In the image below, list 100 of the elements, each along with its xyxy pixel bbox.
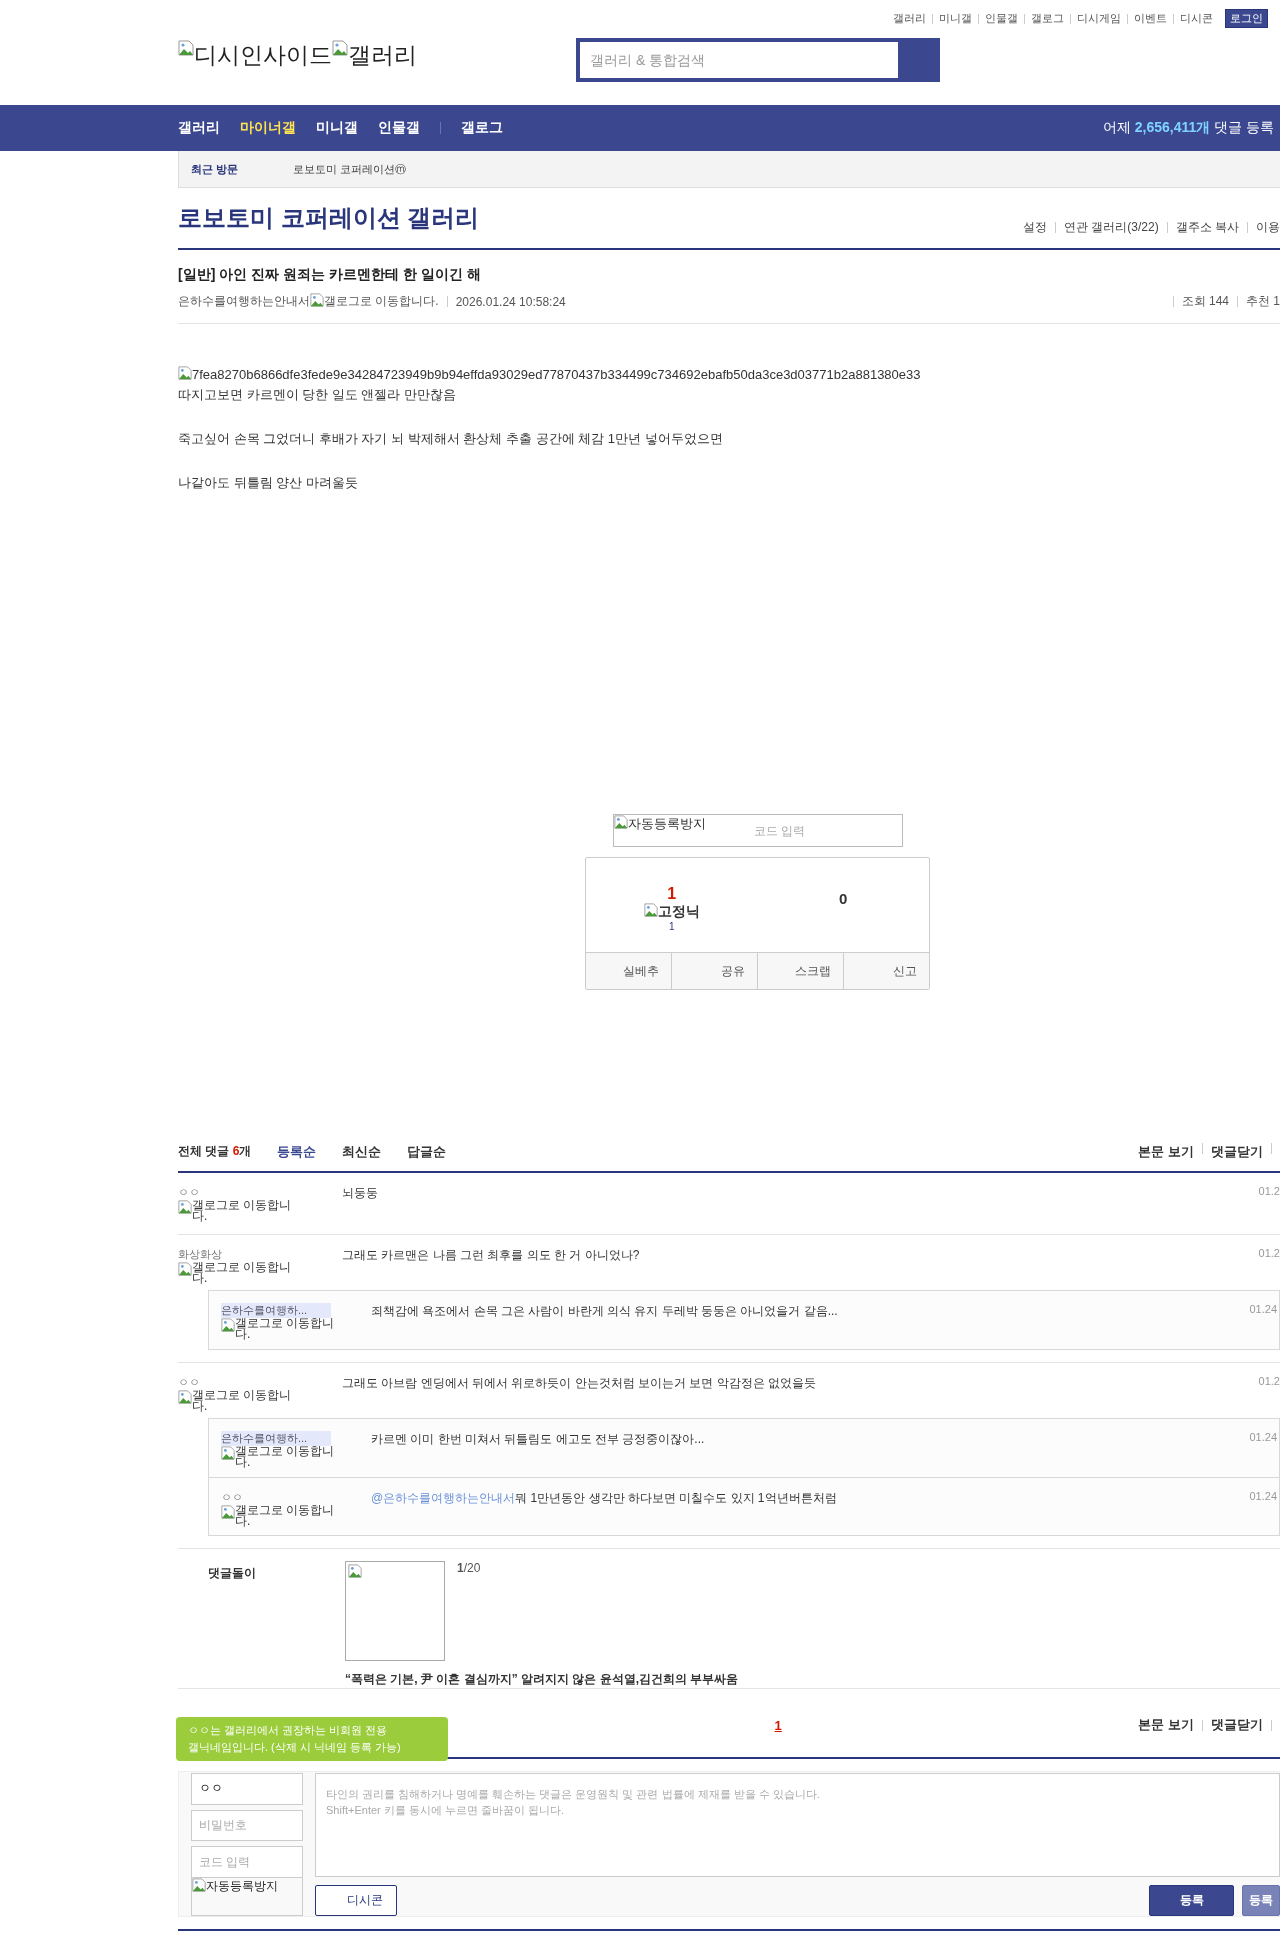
top-link[interactable]: 갤로그 bbox=[1031, 11, 1064, 26]
broken-image-icon bbox=[221, 1446, 235, 1460]
comment-field[interactable]: 타인의 권리를 침해하거나 명예를 훼손하는 댓글은 운영원칙 및 관련 법률에 제재를 받을 수 있습니다. Shift+Enter 키를 동시에 누르면 줄바꿈이 됩니다. bbox=[315, 1773, 1280, 1877]
comment-author[interactable]: ㅇㅇ bbox=[178, 1375, 200, 1390]
top-link[interactable]: 인물갤 bbox=[985, 11, 1018, 26]
image-alt-text: 갤로그로 이동합니다. bbox=[324, 293, 439, 310]
downvote-count: 0 bbox=[839, 889, 848, 907]
sort-tab[interactable]: 최신순 bbox=[342, 1143, 382, 1161]
page-counter: 1/20 bbox=[457, 1561, 481, 1577]
tooltip-text: ㅇㅇ는 갤러리에서 권장하는 비회원 전용 bbox=[188, 1723, 389, 1738]
gallery-link[interactable]: 설정 bbox=[1022, 219, 1047, 236]
tooltip-text: 갤닉네임입니다. (삭제 시 닉네임 등록 가능) bbox=[188, 1740, 402, 1755]
upvote-count: 1 bbox=[667, 884, 677, 903]
nav-tab[interactable]: 갤로그 bbox=[461, 119, 503, 137]
image-alt-text: 7fea8270b6866dfe3fede9e34284723949b9b94effda93029ed77870437b334499c734692ebafb50da3ce3d03771b2a881380e33 bbox=[192, 366, 921, 384]
comment-date: 01.2 bbox=[1258, 1375, 1280, 1387]
fixed-nick-count: 1 bbox=[668, 920, 675, 932]
nav-tab[interactable]: 미니갤 bbox=[316, 119, 358, 137]
image-alt-text: 자동등록방지 bbox=[628, 815, 706, 833]
logo-alt-text: 갤러리 bbox=[348, 41, 417, 70]
image-alt-text: 갤로그로 이동합니다. bbox=[235, 1318, 336, 1340]
gallery-link[interactable]: 갤주소 복사 bbox=[1175, 219, 1239, 236]
comment-link[interactable]: 댓글닫기 bbox=[1211, 1716, 1263, 1734]
submit-button[interactable]: 등록 bbox=[1242, 1885, 1280, 1916]
headline-link[interactable]: “폭력은 기본, 尹 이혼 결심까지” 알려지지 않은 윤석열,김건희의 부부싸움 bbox=[345, 1671, 739, 1688]
code-field[interactable]: 코드 입력 bbox=[192, 1847, 302, 1879]
reply-author[interactable]: 은하수를여행하... bbox=[221, 1431, 331, 1446]
broken-image-icon bbox=[221, 1318, 235, 1332]
nav-tab[interactable]: 마이너갤 bbox=[240, 119, 296, 137]
reply-date: 01.24 bbox=[1249, 1303, 1278, 1315]
login-button[interactable]: 로그인 bbox=[1225, 9, 1268, 28]
comment-link[interactable]: 본문 보기 bbox=[1138, 1716, 1194, 1734]
comment-date: 01.2 bbox=[1258, 1247, 1280, 1259]
recent-label: 최근 방문 bbox=[191, 161, 240, 177]
search-field[interactable]: 갤러리 & 통합검색 bbox=[576, 38, 940, 82]
action-button[interactable]: 신고 bbox=[843, 953, 929, 989]
reply-author[interactable]: 은하수를여행하... bbox=[221, 1303, 331, 1318]
comment-bot-label: 댓글돌이 bbox=[207, 1565, 257, 1582]
broken-image-icon bbox=[310, 293, 324, 307]
post-author[interactable]: 은하수를여행하는안내서 bbox=[178, 293, 310, 310]
reply-date: 01.24 bbox=[1249, 1431, 1278, 1443]
reply-text: 카르멘 이미 한번 미쳐서 뒤틀림도 에고도 전부 긍정중이잖아... bbox=[371, 1431, 706, 1448]
comment-author[interactable]: 화상화상 bbox=[178, 1247, 222, 1262]
broken-image-icon bbox=[221, 1505, 235, 1519]
top-link[interactable]: 이벤트 bbox=[1134, 11, 1167, 26]
image-alt-text: 갤로그로 이동합니다. bbox=[192, 1262, 293, 1284]
comment-text: 뇌둥둥 bbox=[342, 1185, 379, 1202]
action-button[interactable]: 공유 bbox=[671, 953, 757, 989]
broken-image-icon bbox=[178, 1200, 192, 1214]
comment-date: 01.2 bbox=[1258, 1185, 1280, 1197]
view-count: 조회 144 bbox=[1181, 293, 1229, 310]
comment-count: 전체 댓글 6개 bbox=[178, 1143, 252, 1160]
nav-tab[interactable]: 인물갤 bbox=[378, 119, 420, 137]
broken-image-icon bbox=[643, 902, 658, 917]
broken-image-icon bbox=[178, 1390, 192, 1404]
sort-tab[interactable]: 등록순 bbox=[277, 1143, 317, 1161]
comment-link[interactable]: 댓글닫기 bbox=[1211, 1143, 1263, 1161]
reply-date: 01.24 bbox=[1249, 1490, 1278, 1502]
password-field[interactable]: 비밀번호 bbox=[191, 1809, 303, 1842]
reply-text: 죄책감에 욕조에서 손목 그은 사람이 바란게 의식 유지 두레박 둥둥은 아니었을거 같음... bbox=[371, 1303, 839, 1320]
sort-tab[interactable]: 답글순 bbox=[407, 1143, 447, 1161]
broken-image-icon bbox=[614, 815, 628, 829]
comment-stat: 어제 2,656,411개 댓글 등록 bbox=[1102, 119, 1274, 137]
top-link[interactable]: 디시콘 bbox=[1180, 11, 1213, 26]
broken-image-icon bbox=[178, 1262, 192, 1276]
comment-link[interactable]: 본문 보기 bbox=[1138, 1143, 1194, 1161]
broken-image-icon bbox=[178, 40, 194, 56]
comment-text: 그래도 카르맨은 나름 그런 최후를 의도 한 거 아니었나? bbox=[342, 1247, 641, 1264]
image-alt-text: 자동등록방지 bbox=[206, 1878, 278, 1896]
nickname-field[interactable]: ㅇㅇ bbox=[191, 1773, 303, 1805]
image-alt-text: 갤로그로 이동합니다. bbox=[192, 1200, 293, 1222]
post-paragraph: 죽고싶어 손목 그었더니 후배가 자기 뇌 박제해서 환상체 추출 공간에 체감 1만년 넣어두었으면 bbox=[178, 430, 724, 448]
image-alt-text: 고정닉 bbox=[657, 902, 700, 921]
gallery-link[interactable]: 연관 갤러리(3/22) bbox=[1063, 219, 1159, 236]
broken-image-icon bbox=[332, 40, 348, 56]
dccon-button[interactable]: 디시콘 bbox=[315, 1885, 397, 1916]
post-paragraph: 나같아도 뒤틀림 양산 마려울듯 bbox=[178, 474, 359, 492]
action-button[interactable]: 스크랩 bbox=[757, 953, 843, 989]
page-link[interactable]: 1 bbox=[774, 1717, 782, 1733]
post-paragraph: 따지고보면 카르멘이 당한 일도 앤젤라 만만찮음 bbox=[178, 386, 458, 404]
comment-author[interactable]: ㅇㅇ bbox=[178, 1185, 200, 1200]
nav-tab[interactable]: 갤러리 bbox=[178, 119, 220, 137]
image-alt-text: 갤로그로 이동합니다. bbox=[235, 1446, 336, 1468]
captcha-field[interactable]: 자동등록방지 코드 입력 bbox=[613, 814, 903, 847]
top-link[interactable]: 갤러리 bbox=[893, 11, 926, 26]
reply-text: @은하수를여행하는안내서뭐 1만년동안 생각만 하다보면 미칠수도 있지 1억년버튼처럼 bbox=[371, 1490, 838, 1507]
recommend-count: 추천 1 bbox=[1246, 293, 1280, 310]
broken-image-icon bbox=[348, 1564, 362, 1578]
top-link[interactable]: 미니갤 bbox=[939, 11, 972, 26]
logo-alt-text: 디시인사이드 bbox=[194, 41, 332, 70]
top-link[interactable]: 디시게임 bbox=[1077, 11, 1121, 26]
comment-text: 그래도 아브람 엔딩에서 뒤에서 위로하듯이 안는것처럼 보이는거 보면 악감정은 없었을듯 bbox=[342, 1375, 817, 1392]
reply-author[interactable]: ㅇㅇ bbox=[221, 1490, 243, 1505]
recent-item[interactable]: 로보토미 코퍼레이션ⓜ bbox=[293, 161, 407, 177]
action-button[interactable]: 실베추 bbox=[586, 953, 671, 989]
image-alt-text: 갤로그로 이동합니다. bbox=[192, 1390, 293, 1412]
broken-image-icon bbox=[178, 366, 192, 380]
gallery-link[interactable]: 이용 bbox=[1256, 219, 1280, 236]
submit-button[interactable]: 등록 bbox=[1149, 1885, 1234, 1916]
gallery-title: 로보토미 코퍼레이션 갤러리 bbox=[178, 203, 480, 233]
